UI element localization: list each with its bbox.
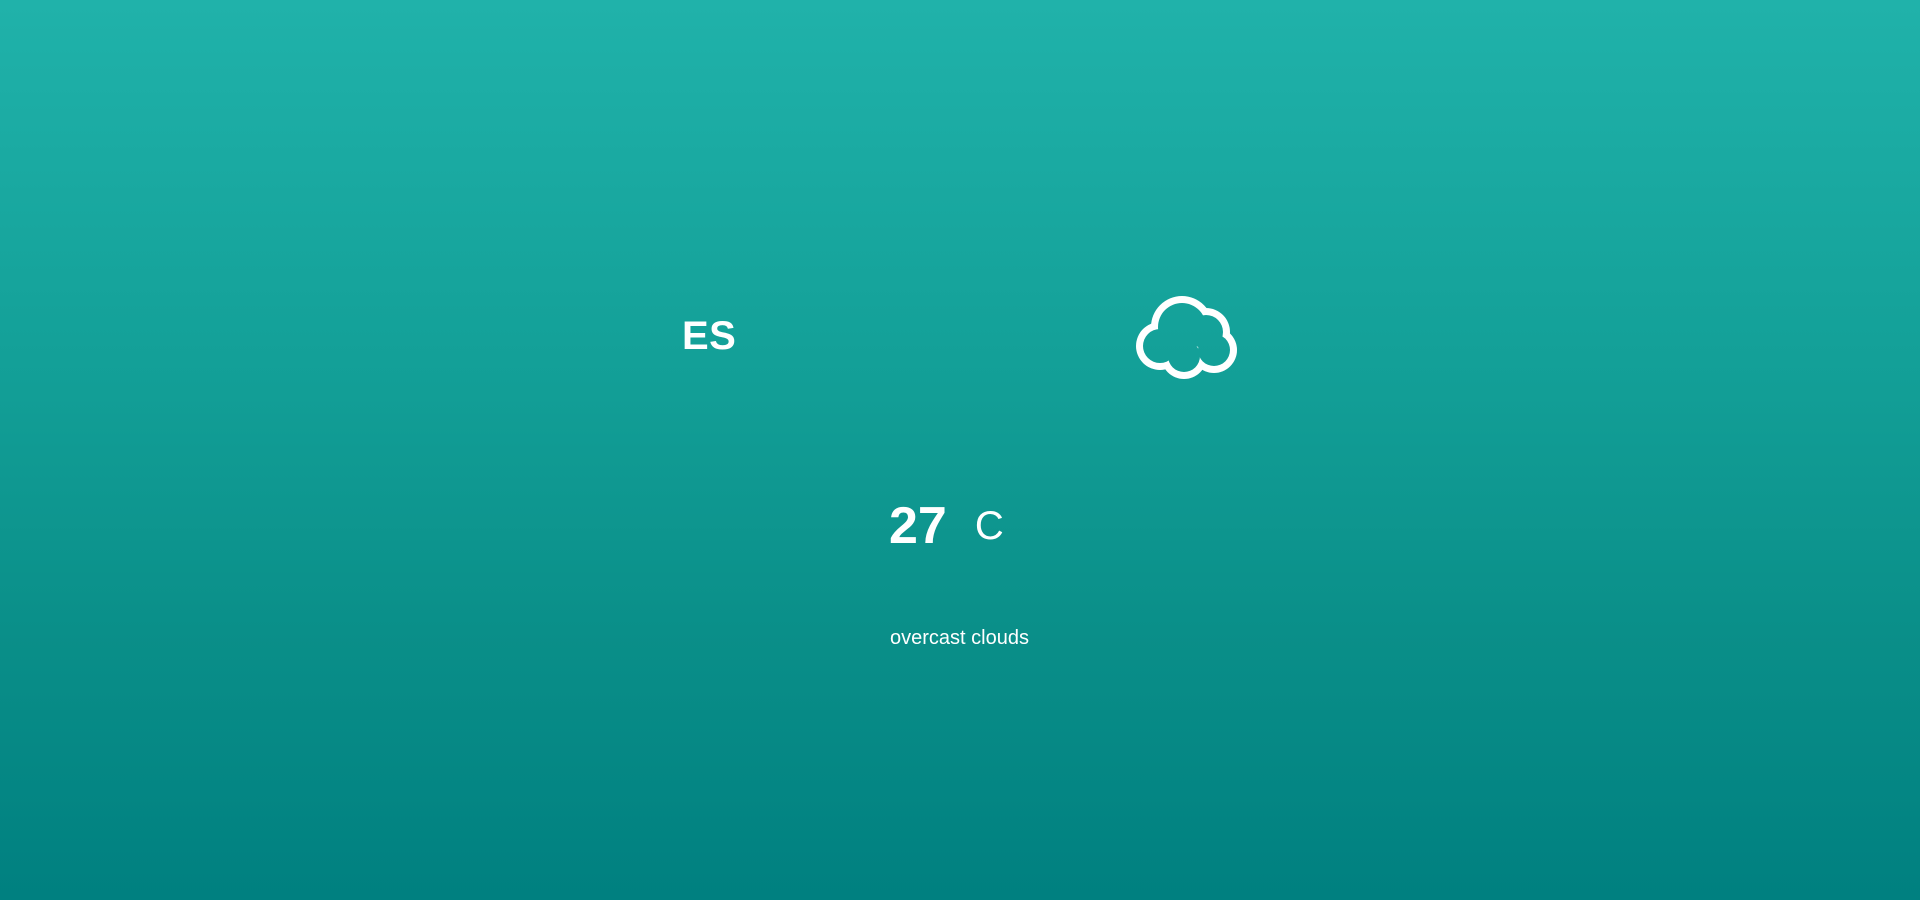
country-code: ES	[682, 314, 737, 358]
temperature-row: 27 C	[889, 497, 1004, 555]
weather-description: overcast clouds	[890, 627, 1029, 649]
temperature-unit: C	[974, 504, 1004, 548]
weather-card: ES 27 C overcast clouds	[0, 0, 1920, 900]
cloud-icon	[1134, 294, 1238, 380]
temperature-value: 27	[889, 497, 947, 555]
